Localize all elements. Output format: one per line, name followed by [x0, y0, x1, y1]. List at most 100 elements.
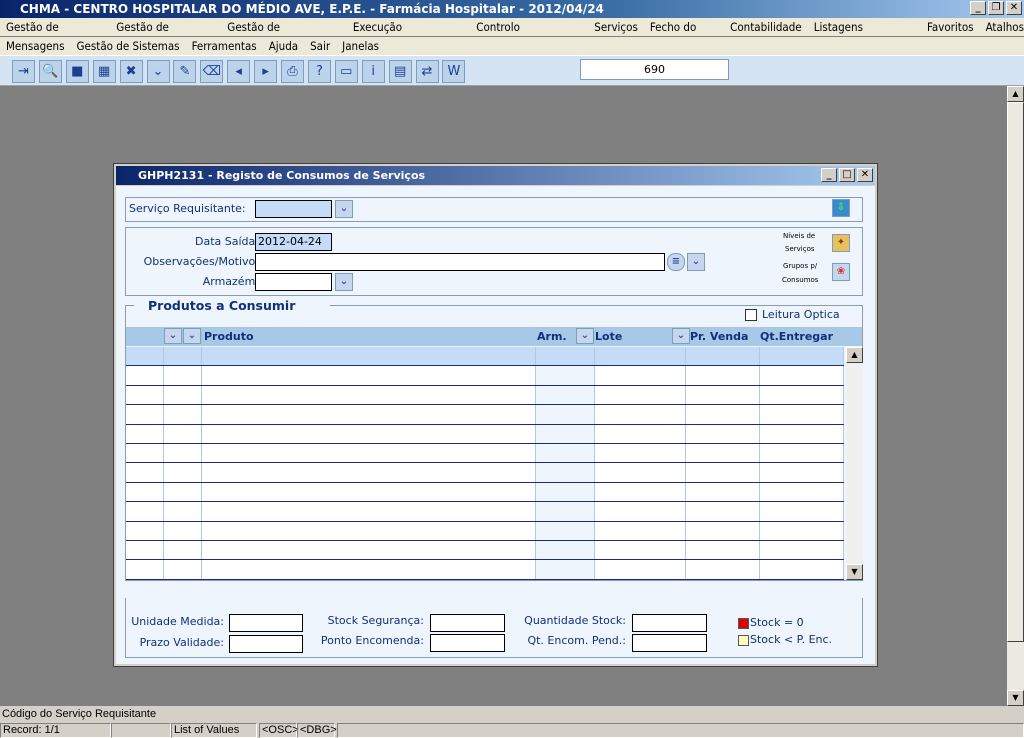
table-cell[interactable]	[536, 405, 595, 424]
dialog-maximize-button[interactable]: □	[839, 168, 855, 182]
table-cell[interactable]	[686, 521, 760, 540]
table-cell[interactable]	[126, 385, 164, 405]
table-cell[interactable]	[595, 347, 686, 366]
table-cell[interactable]	[536, 463, 595, 482]
table-cell[interactable]	[126, 366, 164, 385]
menu-item[interactable]: Gestão de Compras	[116, 18, 215, 52]
menu-item[interactable]: Controlo Operacional	[476, 18, 582, 52]
leitura-optica-checkbox[interactable]	[745, 309, 757, 321]
table-cell[interactable]	[126, 424, 164, 443]
observacoes-dropdown-button[interactable]: ⌄	[687, 253, 705, 271]
info-icon[interactable]: i	[361, 60, 385, 83]
menu-item[interactable]: Execução Operacional	[353, 18, 464, 52]
table-cell[interactable]	[595, 405, 686, 424]
search-icon[interactable]: 🔍	[38, 60, 62, 83]
table-cell[interactable]	[595, 521, 686, 540]
comment-icon[interactable]: ≡	[667, 253, 685, 271]
table-cell[interactable]	[595, 366, 686, 385]
insert-record-icon[interactable]: ▦	[92, 60, 116, 83]
table-cell[interactable]	[164, 385, 202, 405]
table-cell[interactable]	[202, 521, 536, 540]
grid-scroll-down[interactable]: ▼	[846, 564, 863, 580]
table-cell[interactable]	[164, 405, 202, 424]
unidade-medida-field[interactable]	[229, 614, 303, 632]
scroll-up-button[interactable]: ▲	[1007, 86, 1024, 102]
table-cell[interactable]	[536, 502, 595, 521]
next-record-icon[interactable]: ▸	[254, 60, 278, 83]
table-cell[interactable]	[686, 444, 760, 463]
table-cell[interactable]	[126, 347, 164, 366]
table-cell[interactable]	[126, 541, 164, 560]
table-cell[interactable]	[760, 541, 844, 560]
print-icon[interactable]: ⎙	[281, 60, 304, 83]
table-cell[interactable]	[536, 366, 595, 385]
table-cell[interactable]	[760, 385, 844, 405]
menu-item[interactable]: Ferramentas	[192, 37, 257, 55]
table-cell[interactable]	[126, 463, 164, 482]
table-cell[interactable]	[202, 366, 536, 385]
table-cell[interactable]	[202, 463, 536, 482]
workspace-scrollbar[interactable]: ▲ ▼	[1007, 86, 1024, 706]
exit-icon[interactable]: ⇥	[12, 60, 35, 83]
table-cell[interactable]	[760, 502, 844, 521]
table-cell[interactable]	[202, 482, 536, 502]
table-cell[interactable]	[595, 444, 686, 463]
table-row[interactable]	[126, 502, 844, 522]
column-dropdown-2[interactable]: ⌄	[183, 328, 201, 344]
menu-item[interactable]: Contabilidade	[730, 18, 802, 36]
table-cell[interactable]	[760, 521, 844, 540]
delete-record-icon[interactable]: ✖	[119, 60, 143, 83]
table-row[interactable]	[126, 444, 844, 464]
table-cell[interactable]	[126, 502, 164, 521]
table-cell[interactable]	[595, 385, 686, 405]
table-cell[interactable]	[164, 347, 202, 366]
table-cell[interactable]	[686, 347, 760, 366]
armazem-input[interactable]	[255, 273, 332, 291]
menu-item[interactable]: Ajuda	[269, 37, 298, 55]
table-row[interactable]	[126, 541, 844, 561]
menu-item[interactable]: Fecho do Mês	[650, 18, 718, 52]
ponto-encomenda-field[interactable]	[430, 634, 505, 652]
keys-icon[interactable]: ▭	[334, 60, 358, 83]
menu-item[interactable]: Serviços	[594, 18, 638, 36]
quantidade-stock-field[interactable]	[632, 614, 707, 632]
table-row[interactable]	[126, 560, 844, 580]
table-cell[interactable]	[595, 463, 686, 482]
clear-icon[interactable]: ⌫	[200, 60, 224, 83]
table-cell[interactable]	[536, 347, 595, 366]
servico-requisitante-input[interactable]	[255, 200, 332, 218]
qt-encom-pend-field[interactable]	[632, 634, 707, 652]
table-cell[interactable]	[164, 560, 202, 579]
table-row[interactable]	[126, 424, 844, 444]
switch-user-icon[interactable]: ⇄	[415, 60, 439, 83]
table-cell[interactable]	[536, 444, 595, 463]
menu-item[interactable]: Gestão de Produtos	[6, 18, 104, 52]
table-cell[interactable]	[126, 482, 164, 502]
table-cell[interactable]	[536, 385, 595, 405]
table-cell[interactable]	[760, 347, 844, 366]
table-cell[interactable]	[536, 482, 595, 502]
table-cell[interactable]	[686, 405, 760, 424]
menu-item[interactable]: Sair	[310, 37, 330, 55]
table-cell[interactable]	[760, 366, 844, 385]
table-cell[interactable]	[202, 541, 536, 560]
table-cell[interactable]	[686, 424, 760, 443]
table-cell[interactable]	[536, 521, 595, 540]
stock-seguranca-field[interactable]	[430, 614, 505, 632]
close-button[interactable]: ✕	[1006, 1, 1022, 15]
arm-dropdown[interactable]: ⌄	[576, 328, 594, 344]
table-cell[interactable]	[760, 444, 844, 463]
restore-button[interactable]: ❐	[988, 1, 1004, 15]
table-row[interactable]	[126, 482, 844, 503]
edit-icon[interactable]: ✎	[173, 60, 197, 83]
lote-dropdown[interactable]: ⌄	[672, 328, 690, 344]
calculator-icon[interactable]: ▤	[388, 60, 412, 83]
table-row[interactable]	[126, 405, 844, 425]
table-cell[interactable]	[686, 560, 760, 579]
table-cell[interactable]	[202, 444, 536, 463]
export-icon[interactable]: ⇩	[832, 199, 850, 217]
dialog-minimize-button[interactable]: _	[821, 168, 837, 182]
menu-item[interactable]: Janelas	[342, 37, 379, 55]
table-cell[interactable]	[164, 502, 202, 521]
table-row[interactable]	[126, 366, 844, 386]
